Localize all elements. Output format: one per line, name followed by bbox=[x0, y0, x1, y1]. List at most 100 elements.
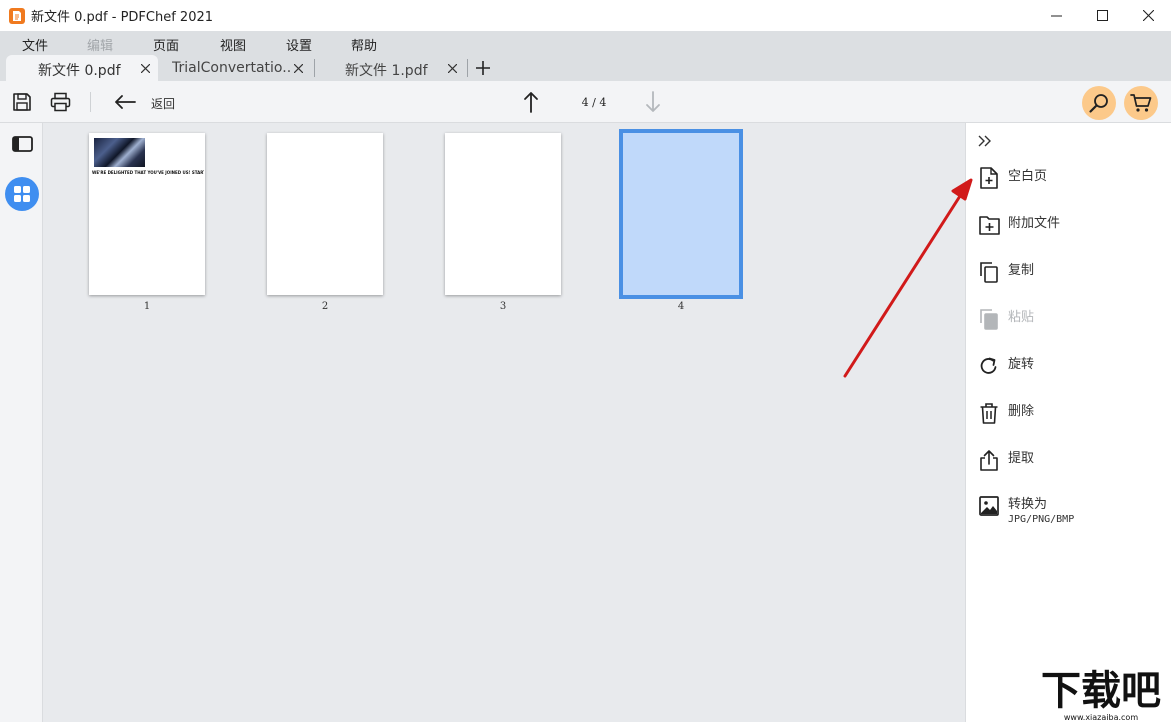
close-icon bbox=[447, 63, 457, 73]
next-page-button[interactable] bbox=[643, 90, 663, 114]
save-button[interactable] bbox=[11, 91, 33, 113]
page-thumbnail-3[interactable] bbox=[445, 133, 561, 295]
minimize-button[interactable] bbox=[1033, 0, 1079, 31]
action-label: 删除 bbox=[1008, 404, 1035, 419]
page-number-label: 1 bbox=[143, 301, 151, 312]
search-button[interactable] bbox=[1082, 86, 1116, 120]
close-icon bbox=[293, 63, 303, 73]
left-sidebar bbox=[0, 123, 43, 722]
search-icon bbox=[1089, 94, 1108, 113]
paste-action[interactable]: 粘贴 bbox=[978, 308, 1034, 330]
action-sublabel: JPG/PNG/BMP bbox=[1008, 514, 1075, 525]
tab-close-button[interactable] bbox=[138, 61, 152, 75]
menu-bar: 文件 编辑 页面 视图 设置 帮助 bbox=[0, 31, 1171, 55]
page-number-label: 4 bbox=[677, 301, 685, 312]
action-label: 粘贴 bbox=[1008, 310, 1035, 325]
page-text-preview: WE'RE DELIGHTED THAT YOU'VE JOINED US! S… bbox=[92, 170, 204, 175]
action-label: 转换为 JPG/PNG/BMP bbox=[1008, 498, 1074, 527]
sidebar-panel-button[interactable] bbox=[11, 135, 33, 153]
page-number-label: 2 bbox=[321, 301, 329, 312]
convert-to-image-action[interactable]: 转换为 JPG/PNG/BMP bbox=[978, 495, 1074, 527]
watermark-logo: 下载吧 www.xiazaiba.com bbox=[1033, 666, 1169, 722]
menu-edit[interactable]: 编辑 bbox=[87, 35, 113, 54]
back-button[interactable] bbox=[113, 92, 137, 112]
cart-icon bbox=[1130, 94, 1152, 112]
action-label: 附加文件 bbox=[1008, 216, 1061, 231]
paste-icon bbox=[978, 308, 1000, 330]
close-window-button[interactable] bbox=[1125, 0, 1171, 31]
tab-label: 新文件 0.pdf bbox=[38, 63, 121, 79]
cart-button[interactable] bbox=[1124, 86, 1158, 120]
action-label: 提取 bbox=[1008, 451, 1035, 466]
action-label: 复制 bbox=[1008, 263, 1035, 278]
tab-separator bbox=[467, 59, 468, 77]
tab-document-1[interactable]: 新文件 1.pdf bbox=[316, 55, 466, 81]
add-file-icon bbox=[978, 214, 1000, 236]
print-icon bbox=[50, 92, 70, 112]
action-label: 旋转 bbox=[1008, 357, 1035, 372]
page-actions-panel: 空白页 附加文件 复制 粘贴 旋转 删除 提取 转换为 JPG/PNG/BMP bbox=[965, 123, 1171, 722]
page-thumbnail-4-selected[interactable] bbox=[619, 129, 743, 299]
window-controls bbox=[1033, 0, 1171, 31]
window-title: 新文件 0.pdf - PDFChef 2021 bbox=[31, 10, 214, 25]
blank-page-action[interactable]: 空白页 bbox=[978, 167, 1047, 189]
svg-text:www.xiazaiba.com: www.xiazaiba.com bbox=[1064, 713, 1138, 722]
tab-close-button[interactable] bbox=[445, 61, 459, 75]
image-convert-icon bbox=[978, 495, 1000, 517]
back-label[interactable]: 返回 bbox=[151, 95, 175, 112]
rotate-action[interactable]: 旋转 bbox=[978, 355, 1034, 377]
plus-icon bbox=[476, 61, 490, 75]
thumbnail-view-button[interactable] bbox=[5, 177, 39, 211]
page-thumbnail-1[interactable]: WE'RE DELIGHTED THAT YOU'VE JOINED US! S… bbox=[89, 133, 205, 295]
add-file-action[interactable]: 附加文件 bbox=[978, 214, 1060, 236]
menu-file[interactable]: 文件 bbox=[22, 35, 48, 54]
minimize-icon bbox=[1050, 15, 1062, 17]
tab-document-trial[interactable]: TrialConvertatio... bbox=[160, 55, 312, 81]
title-bar: 新文件 0.pdf - PDFChef 2021 bbox=[0, 0, 1171, 31]
grid-view-icon bbox=[14, 186, 30, 202]
page-thumbnail-2[interactable] bbox=[267, 133, 383, 295]
close-icon bbox=[1142, 10, 1154, 21]
sidebar-panel-icon bbox=[11, 136, 33, 152]
tab-label: 新文件 1.pdf bbox=[345, 63, 428, 79]
menu-settings[interactable]: 设置 bbox=[286, 35, 312, 54]
page-indicator: 4 / 4 bbox=[581, 96, 607, 109]
menu-view[interactable]: 视图 bbox=[220, 35, 246, 54]
document-tab-bar: 新文件 0.pdf TrialConvertatio... 新文件 1.pdf bbox=[0, 55, 1171, 81]
action-label-main: 转换为 bbox=[1008, 497, 1048, 512]
close-icon bbox=[140, 63, 150, 73]
page-number-label: 3 bbox=[499, 301, 507, 312]
previous-page-button[interactable] bbox=[521, 90, 541, 114]
print-button[interactable] bbox=[49, 91, 71, 113]
rotate-icon bbox=[978, 355, 1000, 377]
new-tab-button[interactable] bbox=[474, 59, 492, 77]
copy-action[interactable]: 复制 bbox=[978, 261, 1034, 283]
main-toolbar: 返回 4 / 4 bbox=[0, 81, 1171, 123]
arrow-down-icon bbox=[646, 91, 660, 112]
page-image-preview bbox=[94, 138, 145, 167]
arrow-left-icon bbox=[115, 95, 136, 109]
collapse-panel-button[interactable] bbox=[978, 132, 992, 152]
tab-separator bbox=[314, 59, 315, 77]
save-icon bbox=[13, 93, 31, 111]
maximize-button[interactable] bbox=[1079, 0, 1125, 31]
arrow-up-icon bbox=[524, 92, 538, 113]
delete-action[interactable]: 删除 bbox=[978, 402, 1034, 424]
svg-text:下载吧: 下载吧 bbox=[1041, 668, 1161, 714]
tab-document-0[interactable]: 新文件 0.pdf bbox=[6, 55, 158, 81]
action-label: 空白页 bbox=[1008, 169, 1048, 184]
menu-help[interactable]: 帮助 bbox=[351, 35, 377, 54]
pdfchef-logo-icon bbox=[9, 7, 25, 24]
blank-page-icon bbox=[978, 167, 1000, 189]
extract-icon bbox=[978, 449, 1000, 471]
maximize-icon bbox=[1096, 10, 1108, 21]
double-chevron-right-icon bbox=[978, 135, 991, 147]
copy-icon bbox=[978, 261, 1000, 283]
tab-label: TrialConvertatio... bbox=[172, 60, 290, 76]
menu-page[interactable]: 页面 bbox=[153, 35, 179, 54]
extract-action[interactable]: 提取 bbox=[978, 449, 1034, 471]
page-thumbnail-canvas: WE'RE DELIGHTED THAT YOU'VE JOINED US! S… bbox=[43, 123, 965, 722]
tab-close-button[interactable] bbox=[291, 61, 305, 75]
trash-icon bbox=[978, 402, 1000, 424]
toolbar-divider bbox=[90, 92, 91, 112]
